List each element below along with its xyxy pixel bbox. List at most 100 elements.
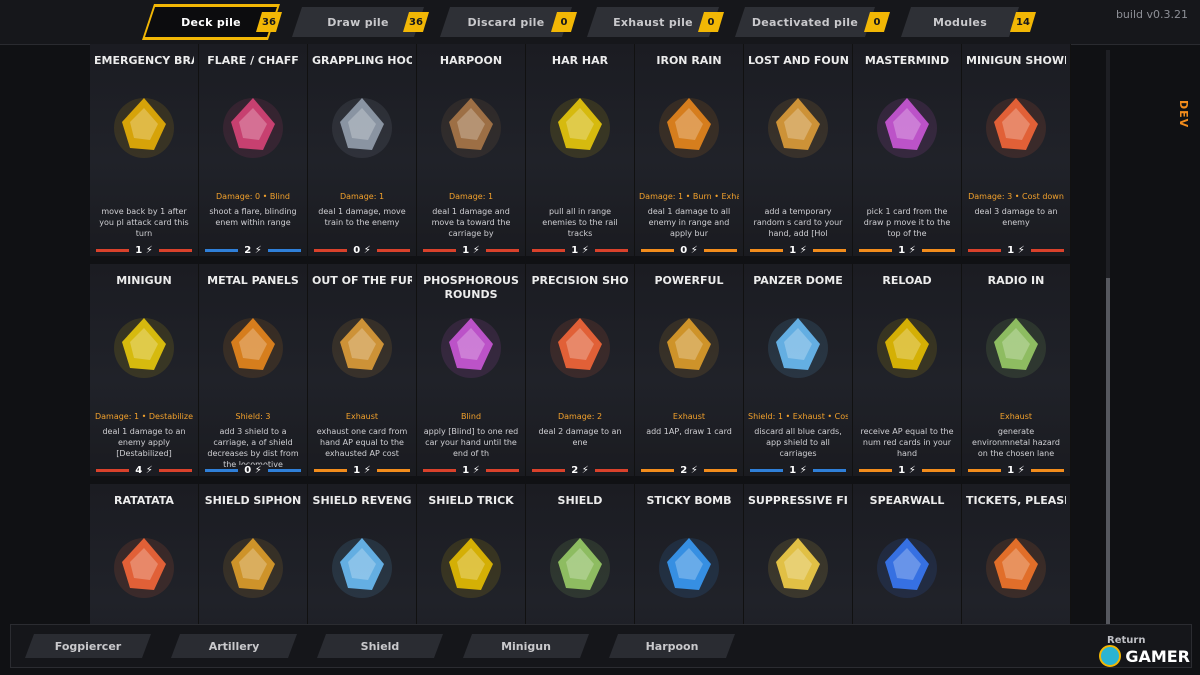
card[interactable]: HARPOON Damage: 1 deal 1 damage and move … [417,44,526,256]
card[interactable]: IRON RAIN Damage: 1 • Burn • Exha deal 1 … [635,44,744,256]
card-tags: Damage: 3 • Cost down [968,192,1064,201]
card-tags: Shield: 3 [235,412,271,421]
shell-icon [441,318,501,378]
harpoon-icon [441,98,501,158]
card-description: add a temporary random s card to your ha… [753,207,843,238]
card-tags: Exhaust [672,412,706,421]
card[interactable]: FLARE / CHAFF Damage: 0 • Blind shoot a f… [199,44,308,256]
filter-minigun[interactable]: Minigun [463,634,589,658]
scrollbar[interactable] [1106,50,1110,648]
card-title: RELOAD [882,274,932,287]
card-tags: Damage: 1 • Destabilize [94,412,194,421]
card-description: apply [Blind] to one red car your hand u… [423,427,519,458]
card[interactable]: POWERFUL Exhaust add 1AP, draw 1 card 2 ⚡ [635,264,744,476]
card-title: SUPPRESSIVE FIR [748,494,848,507]
card[interactable]: RADIO IN Exhaust generate environmnetal h… [962,264,1071,476]
card-title: STICKY BOMB [646,494,732,507]
card-description: deal 2 damage to an ene [538,427,622,447]
dev-label: DEV [1177,100,1190,129]
card[interactable]: LOST AND FOUN add a temporary random s c… [744,44,853,256]
tab-label: Modules [932,15,988,29]
card[interactable]: METAL PANELS Shield: 3 add 3 shield to a … [199,264,308,476]
card[interactable]: PRECISION SHO Damage: 2 deal 2 damage to … [526,264,635,476]
card[interactable]: EMERGENCY BRAK move back by 1 after you … [90,44,199,256]
card-title: SPEARWALL [869,494,945,507]
card[interactable]: OUT OF THE FURN Exhaust exhaust one card … [308,264,417,476]
build-version: build v0.3.21 [1115,8,1188,21]
shield-sword-icon [441,538,501,598]
card-description: move back by 1 after you pl attack card … [99,207,189,238]
card-title: METAL PANELS [207,274,299,287]
card[interactable]: PHOSPHOROUS ROUNDS Blind apply [Blind] to… [417,264,526,476]
card-title: SHIELD [557,494,603,507]
iron-rain-icon [659,98,719,158]
card-title: TICKETS, PLEASE! [966,494,1066,507]
scrollbar-thumb[interactable] [1106,278,1110,648]
card-description: pick 1 card from the draw p move it to t… [863,207,951,238]
shield-screen-icon [550,538,610,598]
card-cost: 0 ⚡ [635,244,743,256]
siphon-icon [223,538,283,598]
tab-exhaust-pile[interactable]: Exhaust pile [587,7,719,37]
tab-deactivated-pile[interactable]: Deactivated pile [735,7,875,37]
card-cost: 1 ⚡ [417,244,525,256]
card-title: MASTERMIND [864,54,950,67]
cost-value: 4 ⚡ [129,464,159,476]
card-tags: Damage: 1 [339,192,385,201]
tab-modules[interactable]: Modules [901,7,1019,37]
ticket-icon [986,538,1046,598]
cost-value: 0 ⚡ [238,464,268,476]
reload-icon [877,318,937,378]
card[interactable]: SHIELD SIPHON to your own carriage and [199,484,308,624]
flare-icon [223,98,283,158]
card[interactable]: SHIELD REVENG health, equal to their shi [308,484,417,624]
card-title: IRON RAIN [656,54,722,67]
card[interactable]: SUPPRESSIVE FIR deal 1 damage to enemy [744,484,853,624]
card-tags: Damage: 1 • Burn • Exha [639,192,739,201]
card[interactable]: MINIGUN Damage: 1 • Destabilize deal 1 da… [90,264,199,476]
shield-spikes-icon [332,538,392,598]
card-cost: 1 ⚡ [526,244,634,256]
card[interactable]: SHIELD TRICK to the number of planted [417,484,526,624]
card-cost: 4 ⚡ [90,464,198,476]
card[interactable]: MASTERMIND pick 1 card from the draw p m… [853,44,962,256]
filter-fogpiercer[interactable]: Fogpiercer [25,634,151,658]
card[interactable]: STICKY BOMB a card to detonate it, bot [635,484,744,624]
cost-value: 1 ⚡ [1001,464,1031,476]
card[interactable]: HAR HAR pull all in range enemies to the… [526,44,635,256]
card-description: discard all blue cards, app shield to al… [754,427,842,458]
card[interactable]: SHIELD apply 1 shield to a carri [526,484,635,624]
cost-value: 1 ⚡ [456,464,486,476]
card-tags: Damage: 2 [557,412,603,421]
tab-draw-pile[interactable]: Draw pile [292,7,424,37]
card-cost: 2 ⚡ [199,244,307,256]
filter-shield[interactable]: Shield [317,634,443,658]
card-title: PHOSPHOROUS ROUNDS [423,274,519,301]
card-description: deal 1 damage, move train to the enemy [318,207,406,227]
card[interactable]: SPEARWALL damage this turn, redraw th [853,484,962,624]
filter-harpoon[interactable]: Harpoon [609,634,735,658]
card-title: PANZER DOME [753,274,843,287]
tab-discard-pile[interactable]: Discard pile [440,7,572,37]
filter-artillery[interactable]: Artillery [171,634,297,658]
card[interactable]: MINIGUN SHOWER Damage: 3 • Cost down deal… [962,44,1071,256]
cost-value: 1 ⚡ [129,244,159,256]
pile-tab-bar: Deck pile 36 Draw pile 36 Discard pile 0… [0,0,1200,45]
cost-value: 1 ⚡ [783,244,813,256]
card[interactable]: GRAPPLING HOO Damage: 1 deal 1 damage, mo… [308,44,417,256]
card-title: SHIELD SIPHON [204,494,302,507]
tab-deck-pile[interactable]: Deck pile [145,7,277,37]
card[interactable]: RATATATA [Destabilized] to all enem [90,484,199,624]
card-description: deal 3 damage to an enemy [974,207,1058,227]
card-title: POWERFUL [654,274,724,287]
card-description: shoot a flare, blinding enem within rang… [209,207,297,227]
card[interactable]: RELOAD receive AP equal to the num red c… [853,264,962,476]
card-description: pull all in range enemies to the rail tr… [542,207,618,238]
card-title: MINIGUN [116,274,172,287]
cost-value: 1 ⚡ [347,464,377,476]
bullets-icon [768,538,828,598]
card[interactable]: PANZER DOME Shield: 1 • Exhaust • Cost di… [744,264,853,476]
cost-value: 1 ⚡ [456,244,486,256]
card-description: exhaust one card from hand AP equal to t… [316,427,408,458]
card[interactable]: TICKETS, PLEASE! enemies adjacent to tra… [962,484,1071,624]
